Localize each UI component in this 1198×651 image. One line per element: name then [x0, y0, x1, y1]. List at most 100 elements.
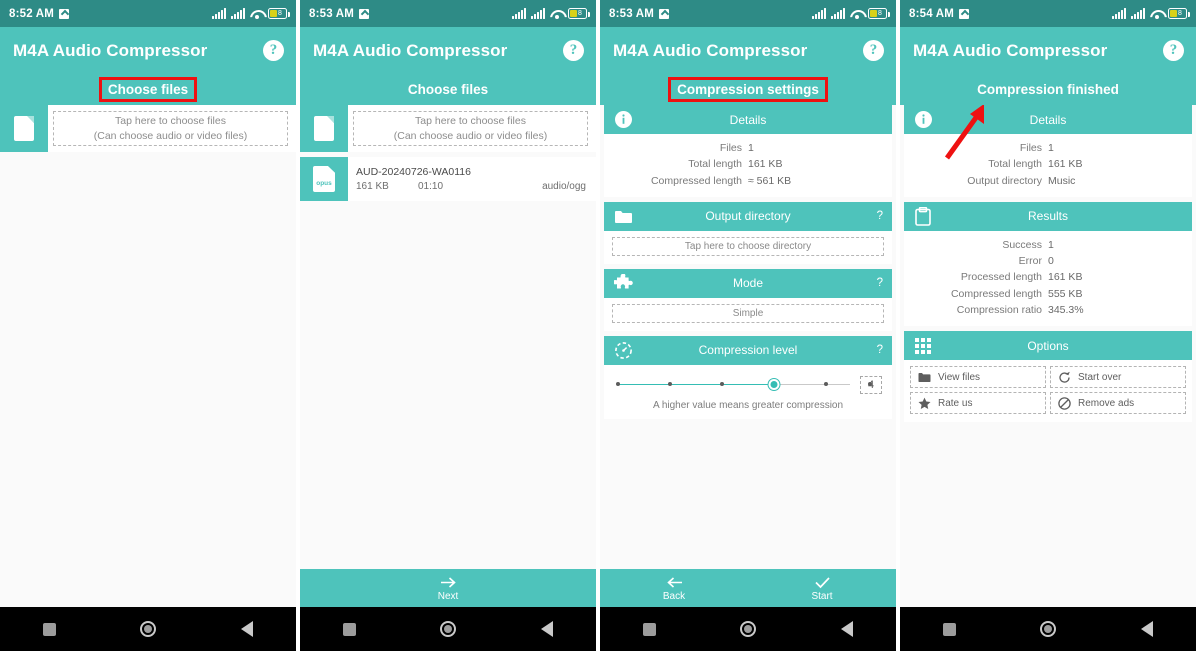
help-icon[interactable]: ?: [563, 40, 584, 61]
help-icon[interactable]: ?: [877, 210, 883, 222]
screen-body: Tap here to choose files (Can choose aud…: [300, 105, 596, 569]
slider-thumb[interactable]: [768, 379, 780, 391]
card-header: Mode ?: [604, 268, 892, 298]
choose-files-dropzone[interactable]: Tap here to choose files (Can choose aud…: [53, 111, 288, 146]
next-button[interactable]: Next: [300, 575, 596, 602]
refresh-icon: [1058, 371, 1071, 384]
grid-icon: [912, 335, 934, 357]
gauge-icon: [612, 339, 634, 361]
app-bar: M4A Audio Compressor ? Compression finis…: [900, 27, 1196, 105]
android-nav-bar: [900, 607, 1196, 651]
help-icon[interactable]: ?: [263, 40, 284, 61]
subtitle-row: Compression finished: [900, 74, 1196, 105]
app-title: M4A Audio Compressor: [913, 40, 1108, 60]
file-name: AUD-20240726-WA0116: [356, 166, 471, 178]
nav-home-button[interactable]: [420, 621, 476, 637]
choose-files-dropzone[interactable]: Tap here to choose files (Can choose aud…: [353, 111, 588, 146]
signal-bars-2-icon: [1131, 7, 1145, 19]
result-row: Error 0: [912, 253, 1184, 269]
screen-body: Details Files 1 Total length 161 KB Comp…: [600, 105, 896, 569]
battery-icon: 8: [268, 8, 290, 19]
nav-back-button[interactable]: [519, 621, 575, 637]
nav-recents-button[interactable]: [21, 622, 77, 636]
detail-value: Music: [1048, 174, 1076, 187]
back-button[interactable]: Back: [600, 575, 748, 602]
nav-back-button[interactable]: [1119, 621, 1175, 637]
detail-value: 1: [1048, 142, 1054, 154]
nav-home-button[interactable]: [120, 621, 176, 637]
screen-compression-settings: 8:53 AM 8 M4A Audio Compressor ? Compres…: [600, 0, 896, 651]
screenshot-indicator-icon: [59, 8, 70, 19]
detail-value: ≈ 561 KB: [748, 174, 792, 187]
help-icon[interactable]: ?: [877, 344, 883, 356]
subtitle-row: Choose files: [300, 74, 596, 105]
detail-row: Compressed length ≈ 561 KB: [612, 173, 884, 189]
card-results: Results Success 1 Error 0 Processed leng…: [904, 201, 1192, 327]
detail-value: 1: [748, 142, 754, 154]
nav-back-button[interactable]: [819, 621, 875, 637]
nav-recents-button[interactable]: [321, 622, 377, 636]
output-directory-input[interactable]: Tap here to choose directory: [612, 236, 884, 256]
nav-home-button[interactable]: [1020, 621, 1076, 637]
compression-level-hint: A higher value means greater compression: [652, 399, 844, 411]
file-size: 161 KB: [356, 181, 389, 192]
detail-row: Total length 161 KB: [612, 156, 884, 172]
card-options: Options View files Start over Rate us Re…: [904, 331, 1192, 423]
result-key: Compression ratio: [956, 303, 1042, 316]
battery-icon: 8: [568, 8, 590, 19]
puzzle-icon: [612, 272, 634, 294]
detail-row: Output directory Music: [912, 173, 1184, 189]
screen-subtitle: Choose files: [407, 82, 489, 97]
list-item[interactable]: opus AUD-20240726-WA0116 161 KB 01:10 au…: [300, 157, 596, 201]
rate-us-button[interactable]: Rate us: [910, 392, 1046, 415]
start-over-button[interactable]: Start over: [1050, 366, 1186, 389]
file-chooser[interactable]: Tap here to choose files (Can choose aud…: [300, 105, 596, 152]
nav-back-button[interactable]: [219, 621, 275, 637]
file-chooser[interactable]: Tap here to choose files (Can choose aud…: [0, 105, 296, 152]
folder-icon: [918, 371, 931, 384]
arrow-left-icon: [666, 575, 683, 590]
compression-level-slider[interactable]: [614, 376, 872, 394]
chooser-line-2: (Can choose audio or video files): [393, 129, 548, 142]
clipboard-icon: [912, 205, 934, 227]
card-body: Files 1 Total length 161 KB Compressed l…: [604, 134, 892, 197]
remove-ads-button[interactable]: Remove ads: [1050, 392, 1186, 415]
status-bar: 8:53 AM 8: [300, 0, 596, 27]
block-icon: [1058, 396, 1071, 410]
start-button[interactable]: Start: [748, 575, 896, 602]
action-bar: Back Start: [600, 569, 896, 607]
subtitle-row: Compression settings: [600, 74, 896, 105]
help-icon[interactable]: ?: [863, 40, 884, 61]
signal-bars-2-icon: [531, 7, 545, 19]
nav-home-button[interactable]: [720, 621, 776, 637]
detail-row: Files 1: [612, 140, 884, 156]
screenshot-indicator-icon: [659, 8, 670, 19]
result-key: Processed length: [960, 271, 1042, 284]
nav-recents-button[interactable]: [921, 622, 977, 636]
card-output-directory: Output directory ? Tap here to choose di…: [604, 201, 892, 264]
screen-compression-finished: 8:54 AM 8 M4A Audio Compressor ? Compres…: [900, 0, 1196, 651]
card-title: Mode: [732, 276, 764, 291]
mode-select[interactable]: Simple: [612, 303, 884, 323]
file-duration: 01:10: [418, 181, 444, 192]
chooser-line-1: Tap here to choose files: [115, 115, 226, 128]
screen-subtitle: Compression finished: [977, 82, 1119, 97]
help-icon[interactable]: ?: [1163, 40, 1184, 61]
back-button-label: Back: [662, 590, 686, 602]
signal-bars-icon: [1112, 7, 1126, 19]
nav-recents-button[interactable]: [621, 622, 677, 636]
result-row: Compressed length 555 KB: [912, 286, 1184, 302]
android-nav-bar: [0, 607, 296, 651]
help-icon[interactable]: ?: [877, 277, 883, 289]
document-icon: [300, 105, 348, 152]
result-value: 1: [1048, 238, 1054, 251]
document-icon: [0, 105, 48, 152]
view-files-button[interactable]: View files: [910, 366, 1046, 389]
wifi-icon: [250, 9, 263, 19]
detail-value: 161 KB: [748, 158, 783, 171]
start-button-label: Start: [811, 590, 833, 602]
screen-choose-files-empty: 8:52 AM 8 M4A Audio Compressor ? Choose …: [0, 0, 296, 651]
screenshot-strip: 8:52 AM 8 M4A Audio Compressor ? Choose …: [0, 0, 1198, 651]
app-title: M4A Audio Compressor: [613, 40, 808, 60]
info-icon: [912, 109, 934, 131]
